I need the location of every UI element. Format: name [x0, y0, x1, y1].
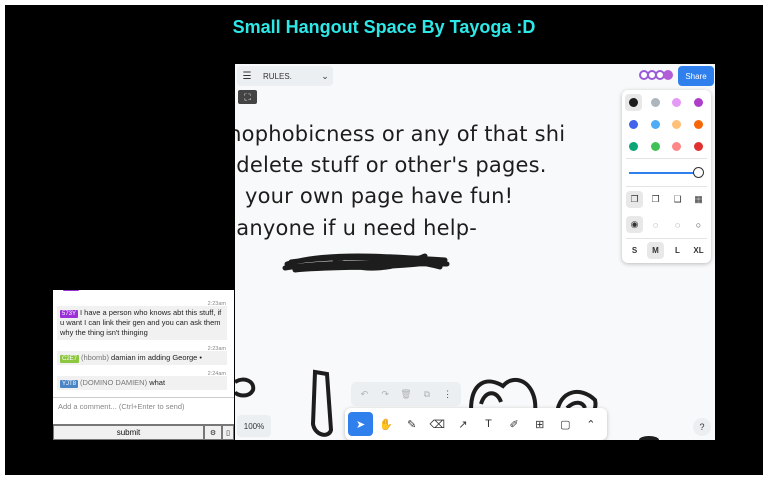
chat-panel: 2:23am 573Y I have a person who knows abt… [53, 290, 234, 440]
gear-icon[interactable]: ⚙ [204, 425, 222, 440]
note-icon[interactable]: ✐ [502, 412, 527, 436]
more-icon[interactable]: ▯ [222, 425, 234, 440]
eraser-icon[interactable]: ⌫ [425, 412, 450, 436]
divider [626, 186, 707, 187]
help-button[interactable]: ? [693, 418, 711, 436]
delete-icon[interactable]: 🗑 [398, 389, 414, 400]
fill-solid-icon[interactable]: ❏ [669, 191, 686, 208]
arrow-icon[interactable]: ↗ [450, 412, 475, 436]
dash-dotted-icon[interactable]: ◌ [669, 216, 686, 233]
tag-fragment [63, 290, 79, 291]
size-xl-button[interactable]: XL [690, 242, 707, 259]
divider [626, 238, 707, 239]
collaborators [639, 70, 673, 80]
timestamp: 2:24am [207, 371, 226, 377]
main-toolbar: ➤ ✋ ✎ ⌫ ↗ T ✐ ⊞ ▢ ⌃ [345, 408, 607, 440]
color-swatch[interactable] [650, 98, 660, 107]
rule-line-2: t delete stuff or other's pages. [235, 153, 547, 177]
rectangle-icon[interactable]: ▢ [553, 412, 578, 436]
menu-icon[interactable]: ☰ [237, 71, 257, 82]
page-menu[interactable]: ☰ RULES. ⌄ [237, 66, 333, 86]
dash-draw-icon[interactable]: ◉ [626, 216, 643, 233]
pencil-icon[interactable]: ✎ [399, 412, 424, 436]
chevron-down-icon[interactable]: ⌄ [317, 71, 333, 82]
more-icon[interactable]: ⋮ [440, 389, 456, 400]
opacity-slider-track[interactable] [629, 172, 697, 174]
user-tag: 573Y [60, 310, 79, 318]
text-icon[interactable]: T [476, 412, 501, 436]
color-swatch[interactable] [629, 120, 638, 129]
zoom-menu-button[interactable]: 100% [237, 415, 271, 437]
duplicate-icon[interactable]: ⧉ [419, 389, 435, 400]
color-swatch[interactable] [629, 98, 638, 107]
size-l-button[interactable]: L [669, 242, 686, 259]
chat-message: 2:24am YJT8 (DOMINO DAMIEN) what [57, 371, 227, 390]
chat-message: 2:23am 573Y I have a person who knows abt… [57, 301, 227, 340]
user-handle: (hbomb) [81, 353, 109, 362]
image-icon[interactable]: ⊞ [527, 412, 552, 436]
message-text: I have a person who knows abt this stuff… [60, 308, 222, 337]
timestamp: 2:23am [207, 346, 226, 352]
fill-semi-icon[interactable]: ❐ [647, 191, 664, 208]
select-icon[interactable]: ➤ [348, 412, 374, 436]
color-swatch[interactable] [672, 120, 681, 129]
color-swatch[interactable] [629, 142, 638, 151]
style-panel: ❐ ❐ ❏ ▦ ◉ ◌ ◌ ○ S M L XL [622, 90, 711, 263]
opacity-slider-handle[interactable] [693, 167, 704, 178]
size-s-button[interactable]: S [626, 242, 643, 259]
whiteboard-canvas[interactable]: mophobicness or any of that shi t delete… [235, 64, 715, 440]
color-swatch[interactable] [650, 142, 660, 151]
fullscreen-icon[interactable]: ⛶ [238, 90, 257, 104]
page-name: RULES. [263, 71, 292, 81]
undo-icon[interactable]: ↶ [356, 389, 372, 400]
color-swatch[interactable] [672, 142, 681, 151]
timestamp: 2:23am [207, 301, 226, 307]
dash-solid-icon[interactable]: ○ [690, 216, 707, 233]
message-text: what [149, 378, 166, 387]
color-swatch[interactable] [650, 120, 660, 129]
rule-line-3: your own page have fun! [245, 184, 514, 208]
redo-icon[interactable]: ↷ [377, 389, 393, 400]
size-m-button[interactable]: M [647, 242, 664, 259]
user-tag: YJT8 [60, 380, 79, 388]
submit-button[interactable]: submit [53, 425, 204, 440]
app-frame: Small Hangout Space By Tayoga :D mophobi… [5, 5, 763, 475]
chat-controls: submit ⚙ ▯ [53, 424, 234, 440]
color-swatch[interactable] [693, 98, 703, 107]
color-swatch[interactable] [693, 120, 703, 129]
rule-line-1: mophobicness or any of that shi [235, 122, 566, 146]
rule-line-4: t anyone if u need help- [235, 216, 478, 240]
action-bar: ↶ ↷ 🗑 ⧉ ⋮ [351, 382, 461, 406]
hand-icon[interactable]: ✋ [374, 412, 399, 436]
fill-none-icon[interactable]: ❐ [626, 191, 643, 208]
message-text: damian im adding George • [111, 353, 203, 362]
page-title: Small Hangout Space By Tayoga :D [232, 17, 536, 37]
fill-pattern-icon[interactable]: ▦ [690, 191, 707, 208]
share-button[interactable]: Share [678, 66, 714, 86]
chevron-up-icon[interactable]: ⌃ [578, 412, 603, 436]
avatar [663, 70, 673, 80]
chat-message: 2:23am C2E7 (hbomb) damian im adding Geor… [57, 346, 227, 365]
comment-input[interactable]: Add a comment... (Ctrl+Enter to send) [53, 397, 234, 423]
color-swatch[interactable] [672, 98, 681, 107]
divider [626, 158, 707, 159]
dash-dashed-icon[interactable]: ◌ [647, 216, 664, 233]
user-handle: (DOMINO DAMIEN) [80, 378, 148, 387]
color-swatch[interactable] [693, 142, 703, 151]
user-tag: C2E7 [60, 355, 80, 363]
